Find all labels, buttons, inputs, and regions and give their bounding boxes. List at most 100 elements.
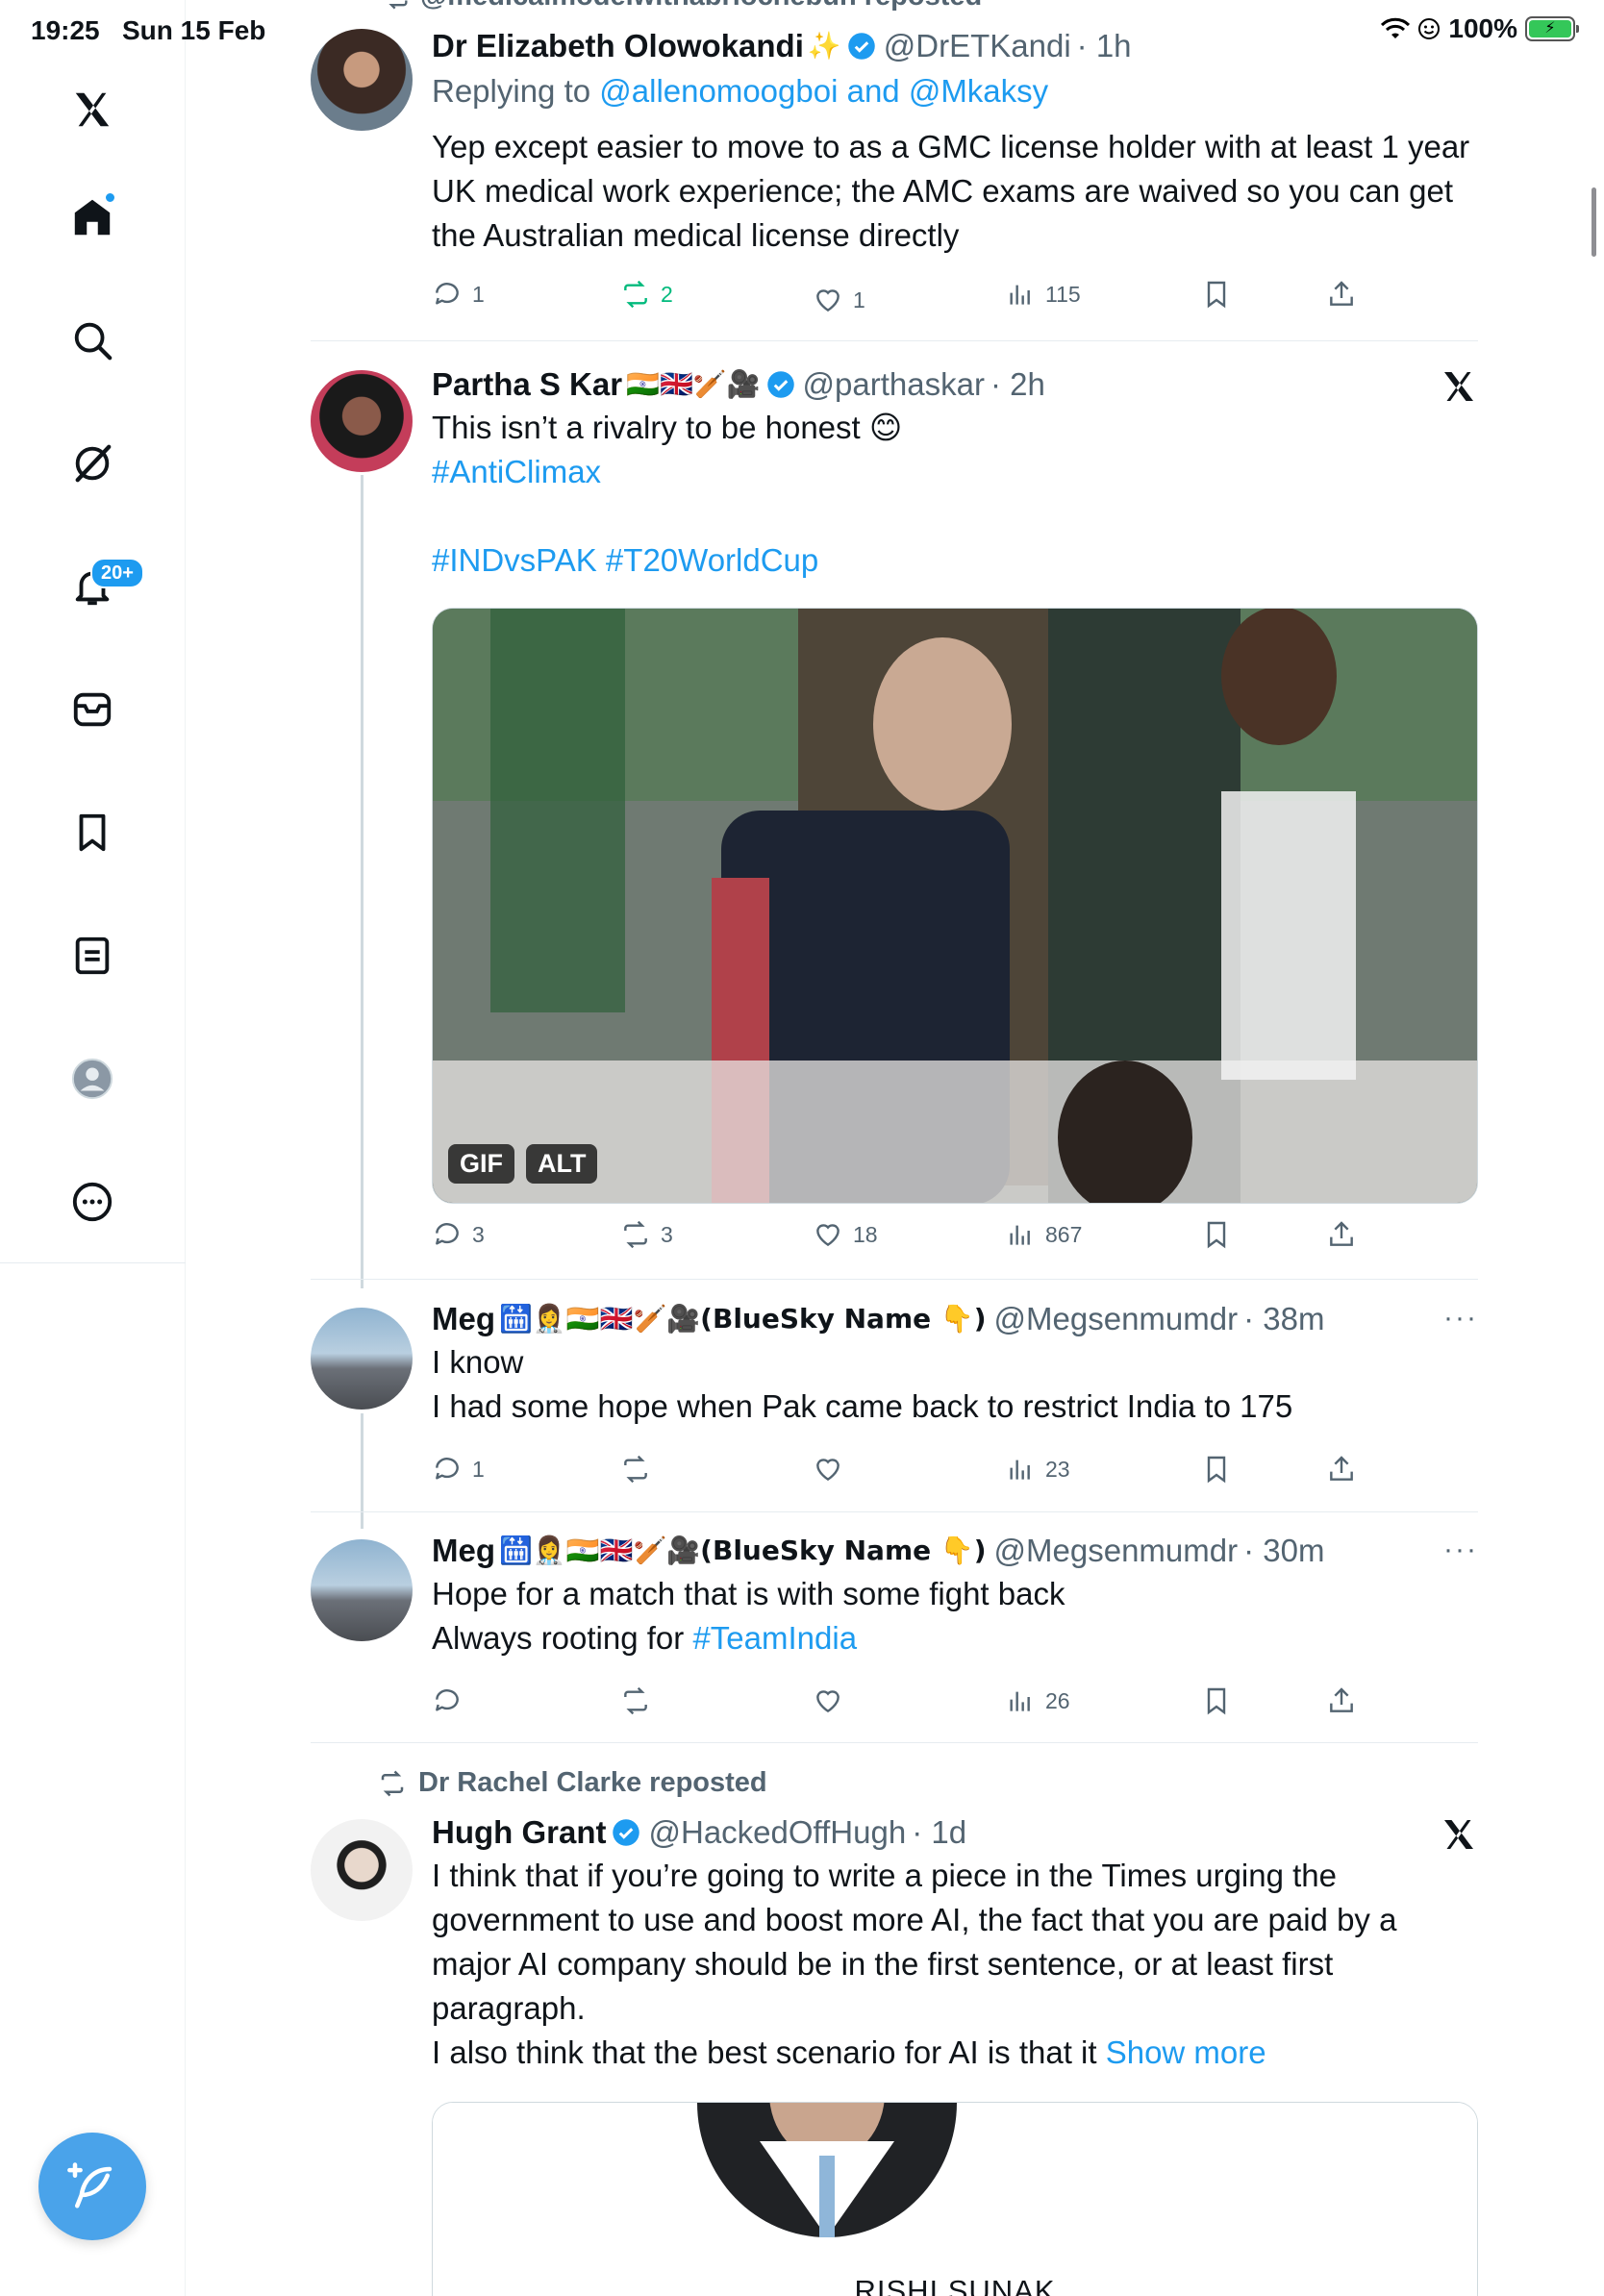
avatar[interactable] bbox=[311, 370, 413, 472]
tweet[interactable]: Dr Elizabeth Olowokandi ✨ @DrETKandi · 1… bbox=[311, 27, 1478, 344]
tweet-header: Meg 🛗👩‍⚕️🇮🇳🇬🇧🏏🎥(BlueSky Name 👇) @Megsenm… bbox=[432, 1532, 1478, 1570]
reply-prefix: Replying to bbox=[432, 73, 600, 109]
share-button[interactable] bbox=[1326, 1219, 1357, 1250]
views-icon bbox=[1010, 1225, 1030, 1245]
views-count: 23 bbox=[1045, 1456, 1070, 1482]
bookmark-icon bbox=[1207, 1687, 1226, 1715]
thread-line bbox=[361, 475, 363, 1288]
verified-icon bbox=[766, 371, 794, 398]
notifications-badge: 20+ bbox=[90, 558, 144, 588]
heart-icon bbox=[816, 289, 840, 312]
reply-context: Replying to @allenomoogboi and @Mkaksy bbox=[432, 69, 1478, 113]
tweet-time[interactable]: · 2h bbox=[990, 365, 1045, 404]
tweet-time[interactable]: · 30m bbox=[1243, 1532, 1324, 1570]
more-options-icon[interactable]: ··· bbox=[1443, 1534, 1478, 1566]
hashtag-link[interactable]: #AntiClimax bbox=[432, 450, 1478, 494]
x-logo-icon[interactable] bbox=[62, 79, 123, 140]
share-icon bbox=[1330, 1456, 1353, 1481]
tweet-gif-media[interactable]: GIF ALT bbox=[432, 608, 1478, 1204]
x-logo-icon[interactable] bbox=[1440, 1815, 1478, 1854]
author-name[interactable]: Hugh Grant bbox=[432, 1813, 606, 1852]
search-icon[interactable] bbox=[62, 310, 123, 371]
share-button[interactable] bbox=[1326, 1454, 1357, 1485]
avatar[interactable] bbox=[311, 1308, 413, 1410]
tweet[interactable]: Partha S Kar 🇮🇳🇬🇧🏏🎥 @parthaskar · 2h Thi… bbox=[311, 365, 1478, 1288]
tweet[interactable]: Dr Rachel Clarke reposted Hugh Grant @Ha… bbox=[311, 1767, 1478, 2296]
bookmark-button[interactable] bbox=[1201, 1685, 1232, 1716]
hashtag-link[interactable]: #INDvsPAK #T20WorldCup bbox=[432, 538, 1478, 583]
repost-button[interactable]: 3 bbox=[620, 1219, 673, 1250]
avatar[interactable] bbox=[311, 1819, 413, 1921]
like-button[interactable]: 18 bbox=[813, 1219, 878, 1250]
repost-button[interactable] bbox=[620, 1454, 661, 1485]
repost-button[interactable] bbox=[620, 1685, 661, 1716]
bookmark-button[interactable] bbox=[1201, 279, 1232, 310]
tweet-text: This isn’t a rivalry to be honest 😊 bbox=[432, 410, 903, 445]
author-name[interactable]: Partha S Kar bbox=[432, 365, 622, 404]
like-button[interactable] bbox=[813, 1685, 853, 1716]
reply-button[interactable]: 1 bbox=[432, 1454, 485, 1485]
repost-count: 3 bbox=[661, 1221, 673, 1247]
bookmark-button[interactable] bbox=[1201, 1219, 1232, 1250]
repost-icon bbox=[624, 1455, 647, 1484]
tweet[interactable]: Meg 🛗👩‍⚕️🇮🇳🇬🇧🏏🎥(BlueSky Name 👇) @Megsenm… bbox=[311, 1300, 1478, 1529]
bookmark-button[interactable] bbox=[1201, 1454, 1232, 1485]
reply-count: 1 bbox=[472, 281, 485, 307]
status-time: 19:25 bbox=[31, 15, 100, 45]
reply-icon bbox=[436, 1689, 459, 1711]
views-icon bbox=[1010, 1691, 1030, 1711]
link-preview-card[interactable]: RISHI SUNAK bbox=[432, 2102, 1478, 2296]
scroll-indicator[interactable] bbox=[1591, 187, 1596, 257]
repost-context-label[interactable]: Dr Rachel Clarke reposted bbox=[418, 1767, 767, 1799]
tweet-time[interactable]: · 38m bbox=[1243, 1300, 1324, 1338]
views-button[interactable]: 26 bbox=[1005, 1685, 1070, 1716]
reply-to-link[interactable]: @allenomoogboi and @Mkaksy bbox=[599, 73, 1048, 109]
author-handle[interactable]: @parthaskar bbox=[803, 365, 985, 404]
reply-button[interactable]: 1 bbox=[432, 279, 485, 310]
alt-badge[interactable]: ALT bbox=[526, 1144, 598, 1184]
repost-icon bbox=[624, 1686, 647, 1715]
author-name[interactable]: Meg bbox=[432, 1300, 495, 1338]
reply-button[interactable] bbox=[432, 1685, 472, 1716]
gif-badge[interactable]: GIF bbox=[448, 1144, 514, 1184]
views-button[interactable]: 23 bbox=[1005, 1454, 1070, 1485]
author-handle[interactable]: @HackedOffHugh bbox=[648, 1813, 906, 1852]
tweet-text: I had some hope when Pak came back to re… bbox=[432, 1388, 1293, 1424]
reply-button[interactable]: 3 bbox=[432, 1219, 485, 1250]
author-handle[interactable]: @Megsenmumdr bbox=[994, 1532, 1239, 1570]
more-options-icon[interactable]: ··· bbox=[1443, 1302, 1478, 1335]
x-logo-icon[interactable] bbox=[1440, 367, 1478, 406]
more-icon[interactable] bbox=[62, 1171, 123, 1233]
share-button[interactable] bbox=[1326, 1685, 1357, 1716]
compose-button[interactable] bbox=[38, 2133, 146, 2240]
lists-icon[interactable] bbox=[62, 925, 123, 986]
tweet-header: Partha S Kar 🇮🇳🇬🇧🏏🎥 @parthaskar · 2h bbox=[432, 365, 1478, 404]
notifications-icon[interactable]: 20+ bbox=[62, 556, 144, 617]
home-icon[interactable] bbox=[62, 187, 123, 248]
author-handle[interactable]: @Megsenmumdr bbox=[994, 1300, 1239, 1338]
tweet-text: I think that if you’re going to write a … bbox=[432, 1858, 1397, 2026]
hashtag-link[interactable]: #TeamIndia bbox=[692, 1620, 857, 1656]
avatar[interactable] bbox=[311, 1539, 413, 1641]
tweet-time[interactable]: · 1d bbox=[912, 1813, 966, 1852]
views-button[interactable]: 867 bbox=[1005, 1219, 1082, 1250]
messages-icon[interactable] bbox=[62, 679, 123, 740]
card-caption: RISHI SUNAK bbox=[854, 2274, 1056, 2296]
views-button[interactable]: 115 bbox=[1005, 279, 1081, 310]
repost-button[interactable]: 2 bbox=[620, 279, 673, 310]
tweet-text-line2: I also think that the best scenario for … bbox=[432, 2031, 1478, 2075]
profile-icon[interactable] bbox=[62, 1048, 123, 1110]
show-more-link[interactable]: Show more bbox=[1106, 2034, 1266, 2070]
author-name[interactable]: Meg bbox=[432, 1532, 495, 1570]
verified-icon bbox=[613, 1819, 640, 1846]
like-button[interactable]: 1 bbox=[813, 285, 865, 315]
tweet[interactable]: Meg 🛗👩‍⚕️🇮🇳🇬🇧🏏🎥(BlueSky Name 👇) @Megsenm… bbox=[311, 1532, 1478, 1743]
bookmarks-icon[interactable] bbox=[62, 802, 123, 863]
grok-icon[interactable] bbox=[62, 433, 123, 494]
battery-percent: 100% bbox=[1448, 13, 1517, 43]
tweet-header: Hugh Grant @HackedOffHugh · 1d bbox=[432, 1813, 1478, 1852]
tweet-text-line2: Always rooting for #TeamIndia bbox=[432, 1616, 1478, 1660]
share-button[interactable] bbox=[1326, 279, 1357, 310]
share-icon bbox=[1330, 281, 1353, 306]
like-button[interactable] bbox=[813, 1454, 853, 1485]
